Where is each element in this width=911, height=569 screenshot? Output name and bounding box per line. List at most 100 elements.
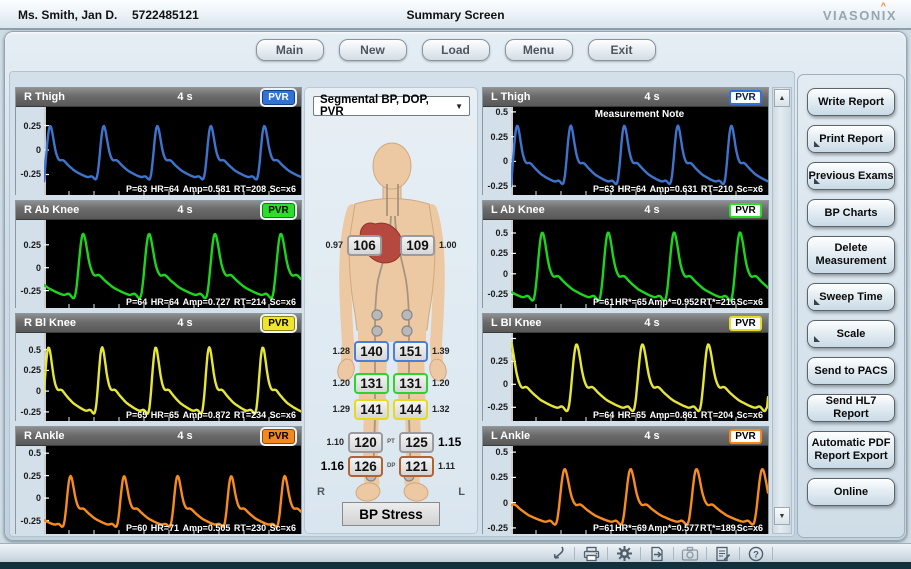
y-axis-labels: 0.50.250-0.25: [483, 107, 511, 195]
stat-value: P=64: [593, 410, 614, 420]
bp-stress-button[interactable]: BP Stress: [342, 502, 440, 526]
submenu-corner-icon: [814, 141, 820, 147]
pvr-badge[interactable]: PVR: [729, 316, 762, 331]
sweep-time-value: 4 s: [108, 204, 262, 216]
stat-value: Sc=x6: [737, 297, 763, 307]
sidebar-button-online[interactable]: Online: [807, 478, 895, 506]
sidebar-button-print-report[interactable]: Print Report: [807, 125, 895, 153]
display-mode-value: Segmental BP, DOP, PVR: [320, 94, 455, 118]
y-tick-label: 0.25: [23, 365, 41, 375]
y-tick-label: -0.25: [20, 407, 41, 417]
sidebar-button-sweep-time[interactable]: Sweep Time: [807, 283, 895, 311]
ratio-right-thigh: 1.28: [326, 346, 350, 356]
bp-row-below-knee: 1.291411441.32: [305, 397, 477, 421]
bp-left-below-knee[interactable]: 144: [393, 399, 428, 420]
pvr-badge[interactable]: PVR: [262, 90, 295, 105]
status-bar: ?: [0, 543, 911, 562]
ratio-left-above-knee: 1.20: [432, 378, 456, 388]
y-tick-label: 0: [503, 156, 508, 166]
icon-separator: [706, 547, 707, 560]
chart-header: R Bl Knee4 sPVR: [16, 314, 301, 333]
nav-button-exit[interactable]: Exit: [588, 39, 656, 61]
bp-left-thigh[interactable]: 151: [393, 341, 428, 362]
sidebar-button-delete-measurement[interactable]: Delete Measurement: [807, 236, 895, 274]
bp-left-ankle-pt[interactable]: 125: [399, 432, 434, 453]
chart-stats: P=61HR*=65Amp*=0.952RT*=216Sc=x6: [593, 297, 763, 307]
bp-row-ankle-dp: 1.16126DP1211.11: [305, 454, 477, 478]
chart-header: L Bl Knee4 sPVR: [483, 314, 768, 333]
pvr-badge[interactable]: PVR: [729, 203, 762, 218]
bp-right-ankle-pt[interactable]: 120: [348, 432, 383, 453]
help-icon[interactable]: ?: [747, 545, 765, 563]
main-frame: Main New Load Menu Exit R Thigh4 sPVR0.250-0…: [4, 31, 907, 541]
chart-r-ankle[interactable]: R Ankle4 sPVR0.50.250-0.25P=60HR=71Amp=0…: [15, 426, 302, 534]
bp-left-ankle-dp[interactable]: 121: [399, 456, 434, 477]
pvr-badge[interactable]: PVR: [729, 90, 762, 105]
signature-icon[interactable]: [549, 545, 567, 563]
chart-l-thigh[interactable]: L Thigh4 sPVR0.50.250-0.25Measurement No…: [482, 87, 769, 195]
stat-value: Amp=0.727: [183, 297, 231, 307]
chevron-down-icon: ▼: [455, 102, 463, 111]
chart-l-abknee[interactable]: L Ab Knee4 sPVR0.50.250-0.25P=61HR*=65Am…: [482, 200, 769, 308]
export-report-icon[interactable]: [648, 545, 666, 563]
chart-header: L Ab Knee4 sPVR: [483, 201, 768, 220]
arm-right-bp[interactable]: 106: [347, 235, 382, 256]
scroll-up-button[interactable]: ▲: [774, 89, 790, 107]
bp-left-above-knee[interactable]: 131: [393, 373, 428, 394]
y-tick-label: 0.25: [490, 248, 508, 258]
sidebar-button-bp-charts[interactable]: BP Charts: [807, 199, 895, 227]
chart-l-ankle[interactable]: L Ankle4 sPVR0.50.250-0.25P=61HR*=69Amp*…: [482, 426, 769, 534]
chart-r-abknee[interactable]: R Ab Knee4 sPVR0.250-0.25P=64HR=64Amp=0.…: [15, 200, 302, 308]
y-tick-label: 0: [36, 386, 41, 396]
body-diagram-panel: Segmental BP, DOP, PVR ▼: [304, 87, 478, 534]
nav-button-menu[interactable]: Menu: [505, 39, 573, 61]
bp-right-above-knee[interactable]: 131: [354, 373, 389, 394]
icon-separator: [574, 547, 575, 560]
printer-icon[interactable]: [582, 545, 600, 563]
waveform-plot: P=65HR=65Amp=0.872RT=234Sc=x6: [44, 333, 301, 421]
arm-left-bp[interactable]: 109: [400, 235, 435, 256]
chart-r-blknee[interactable]: R Bl Knee4 sPVR0.50.250-0.25P=65HR=65Amp…: [15, 313, 302, 421]
pvr-badge[interactable]: PVR: [262, 316, 295, 331]
sidebar-button-previous-exams[interactable]: Previous Exams: [807, 162, 895, 190]
chart-stats: P=64HR=65Amp=0.861RT=204Sc=x6: [593, 410, 763, 420]
pvr-badge[interactable]: PVR: [262, 203, 295, 218]
bp-right-ankle-dp[interactable]: 126: [348, 456, 383, 477]
nav-button-main[interactable]: Main: [256, 39, 324, 61]
sidebar-button-automatic-pdf-report-export[interactable]: Automatic PDF Report Export: [807, 431, 895, 469]
chart-stats: P=63HR=64Amp=0.631RT=210Sc=x6: [593, 184, 763, 194]
sidebar-button-send-to-pacs[interactable]: Send to PACS: [807, 357, 895, 385]
chart-title: L Thigh: [487, 91, 575, 103]
chart-l-blknee[interactable]: L Bl Knee4 sPVR0.250-0.25P=64HR=65Amp=0.…: [482, 313, 769, 421]
bottom-strip: [0, 562, 911, 569]
camera-icon[interactable]: [681, 545, 699, 563]
display-mode-dropdown[interactable]: Segmental BP, DOP, PVR ▼: [313, 96, 470, 116]
y-tick-label: 0.25: [490, 472, 508, 482]
submenu-corner-icon: [814, 336, 820, 342]
stat-value: Amp=0.631: [650, 184, 698, 194]
pvr-badge[interactable]: PVR: [262, 429, 295, 444]
waveform-plot: P=61HR*=65Amp*=0.952RT*=216Sc=x6: [511, 220, 768, 308]
settings-icon[interactable]: [615, 545, 633, 563]
ratio-left-thigh: 1.39: [432, 346, 456, 356]
stat-value: Sc=x6: [270, 297, 296, 307]
nav-button-new[interactable]: New: [339, 39, 407, 61]
chart-header: L Ankle4 sPVR: [483, 427, 768, 446]
pvr-badge[interactable]: PVR: [729, 429, 762, 444]
sidebar-button-send-hl7-report[interactable]: Send HL7 Report: [807, 394, 895, 422]
waveform-plot: Measurement NoteP=63HR=64Amp=0.631RT=210…: [511, 107, 768, 195]
stat-value: P=61: [593, 297, 614, 307]
sidebar-button-scale[interactable]: Scale: [807, 320, 895, 348]
icon-separator: [607, 547, 608, 560]
bp-right-thigh[interactable]: 140: [354, 341, 389, 362]
scroll-down-button[interactable]: ▼: [774, 507, 790, 525]
exam-notes-icon[interactable]: [714, 545, 732, 563]
bp-row-thigh: 1.28 140151 1.39: [305, 339, 477, 363]
bp-right-below-knee[interactable]: 141: [354, 399, 389, 420]
sweep-time-value: 4 s: [108, 91, 262, 103]
nav-button-load[interactable]: Load: [422, 39, 490, 61]
stat-value: HR=71: [151, 523, 179, 533]
chart-r-thigh[interactable]: R Thigh4 sPVR0.250-0.25P=63HR=64Amp=0.58…: [15, 87, 302, 195]
charts-scrollbar[interactable]: ▲ ▼: [772, 87, 792, 534]
sidebar-button-write-report[interactable]: Write Report: [807, 88, 895, 116]
